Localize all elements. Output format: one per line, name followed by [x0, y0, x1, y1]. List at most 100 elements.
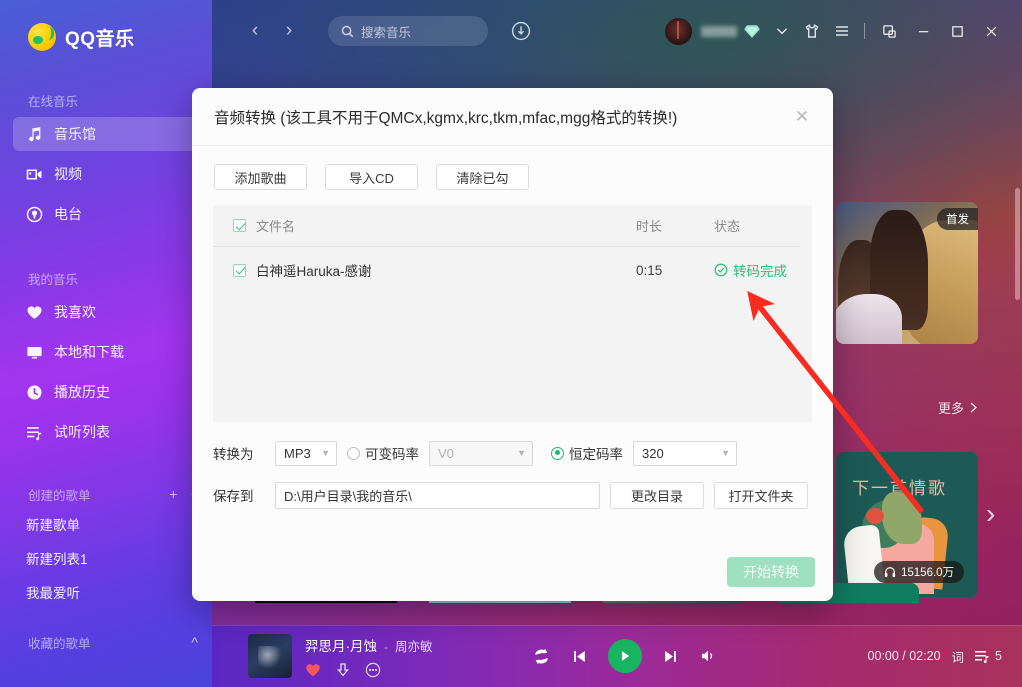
player-controls: [532, 639, 717, 673]
cbr-label: 恒定码率: [569, 447, 623, 462]
play-count-badge: 15156.0万: [874, 561, 965, 583]
back-button[interactable]: ‹: [242, 18, 268, 44]
player-right: 00:00 / 02:20 词 5: [868, 647, 1022, 666]
save-path-row: 保存到 D:\用户目录\我的音乐\ 更改目录 打开文件夹: [213, 480, 812, 510]
sidebar-section-label: 我的音乐: [28, 272, 79, 287]
download-manager-icon[interactable]: [510, 20, 532, 42]
content-scrollbar[interactable]: [1015, 188, 1020, 300]
chevron-down-icon[interactable]: [767, 16, 797, 46]
sidebar-item-label: 电台: [54, 206, 82, 222]
next-track-icon[interactable]: [662, 648, 679, 665]
vip-diamond-icon[interactable]: [737, 16, 767, 46]
cbr-radio-option[interactable]: 恒定码率: [551, 443, 623, 463]
import-cd-button[interactable]: 导入CD: [325, 164, 418, 190]
sidebar-section-created-playlists: 创建的歌单 + ^: [0, 483, 212, 505]
file-list: 文件名 时长 状态 白神遥Haruka-感谢 0:15 转码完成: [213, 205, 812, 422]
dialog-close-button[interactable]: ✕: [789, 104, 815, 130]
sidebar-item-favorites[interactable]: 我喜欢: [13, 295, 199, 329]
vbr-quality-select[interactable]: V0 ▼: [429, 440, 533, 466]
more-dots-icon[interactable]: [365, 662, 381, 678]
sidebar-item-radio[interactable]: 电台: [13, 197, 199, 231]
row-checkbox[interactable]: [233, 263, 246, 277]
row-status: 转码完成: [714, 260, 800, 280]
volume-icon[interactable]: [699, 647, 717, 665]
table-row[interactable]: 白神遥Haruka-感谢 0:15 转码完成: [213, 247, 800, 293]
username-blurred: [701, 25, 737, 37]
sidebar: QQ音乐 在线音乐 音乐馆 视频 电台 我的音乐 我喜欢 本地和下载 播放历史 …: [0, 0, 212, 687]
search-input[interactable]: 搜索音乐: [328, 16, 488, 46]
format-select-value: MP3: [284, 445, 311, 461]
open-folder-button[interactable]: 打开文件夹: [714, 481, 808, 509]
sidebar-section-label: 在线音乐: [28, 94, 79, 109]
now-playing-title[interactable]: 羿思月·月蚀: [305, 635, 377, 655]
playlist-queue-icon: [975, 650, 989, 663]
clear-checked-button[interactable]: 清除已勾: [436, 164, 529, 190]
monitor-icon: [26, 344, 43, 361]
playlist-item[interactable]: 我最爱听: [0, 575, 212, 609]
sidebar-item-label: 视频: [54, 166, 82, 182]
sidebar-item-video[interactable]: 视频: [13, 157, 199, 191]
vbr-radio-option[interactable]: 可变码率: [347, 443, 419, 463]
now-playing-meta: 羿思月·月蚀 - 周亦敏: [305, 635, 433, 678]
download-icon[interactable]: [335, 662, 351, 678]
play-button[interactable]: [608, 639, 642, 673]
dialog-toolbar: 添加歌曲 导入CD 清除已勾: [192, 146, 833, 190]
play-queue-count: 5: [995, 649, 1002, 663]
lyrics-button[interactable]: 词: [952, 647, 965, 666]
previous-track-icon[interactable]: [571, 648, 588, 665]
now-playing-cover[interactable]: [248, 634, 292, 678]
add-songs-button[interactable]: 添加歌曲: [214, 164, 307, 190]
mini-window-button[interactable]: [872, 15, 906, 47]
sidebar-item-history[interactable]: 播放历史: [13, 375, 199, 409]
avatar[interactable]: [665, 17, 692, 45]
player-bar: 羿思月·月蚀 - 周亦敏 00:00 / 02:20 词 5: [212, 625, 1022, 687]
convert-format-row: 转换为 MP3 ▼ 可变码率 V0 ▼ 恒定码率 320 ▼: [213, 438, 812, 468]
video-camera-icon: [26, 166, 43, 183]
first-release-badge: 首发: [937, 208, 978, 230]
app-logo[interactable]: QQ音乐: [0, 0, 212, 51]
now-playing-artist[interactable]: 周亦敏: [395, 636, 433, 655]
vbr-label: 可变码率: [365, 447, 419, 462]
heart-filled-icon[interactable]: [305, 662, 321, 678]
maximize-button[interactable]: [940, 15, 974, 47]
chevron-up-icon[interactable]: ^: [191, 635, 198, 649]
heart-icon: [26, 304, 43, 321]
vbr-radio[interactable]: [347, 446, 360, 460]
row-status-label: 转码完成: [733, 264, 787, 279]
repeat-icon[interactable]: [532, 647, 551, 666]
sidebar-item-music-hall[interactable]: 音乐馆: [13, 117, 199, 151]
dialog-footer: 开始转换: [727, 557, 815, 587]
select-all-checkbox[interactable]: [233, 219, 246, 232]
radio-icon: [26, 206, 43, 223]
illustration-card[interactable]: 下一首情歌 15156.0万: [836, 452, 978, 597]
dialog-form: 转换为 MP3 ▼ 可变码率 V0 ▼ 恒定码率 320 ▼ 保存到 D:\用户…: [192, 422, 833, 510]
toolbar-divider: [864, 23, 865, 39]
hamburger-menu-icon[interactable]: [827, 16, 857, 46]
music-note-icon: [26, 126, 43, 143]
sidebar-item-local-downloads[interactable]: 本地和下载: [13, 335, 199, 369]
playlist-item[interactable]: 新建歌单: [0, 507, 212, 541]
chevron-right-icon: [970, 402, 977, 413]
sidebar-item-preview-list[interactable]: 试听列表: [13, 415, 199, 449]
row-file-name: 白神遥Haruka-感谢: [256, 264, 372, 279]
shirt-icon[interactable]: [797, 16, 827, 46]
cbr-radio[interactable]: [551, 446, 564, 460]
play-queue-button[interactable]: 5: [975, 649, 1002, 664]
playlist-item[interactable]: 新建列表1: [0, 541, 212, 575]
sidebar-section-label: 收藏的歌单: [28, 636, 91, 651]
play-count-value: 15156.0万: [901, 567, 955, 579]
top-bar: ‹ › 搜索音乐: [212, 0, 1022, 62]
forward-button[interactable]: ›: [276, 18, 302, 44]
start-convert-button[interactable]: 开始转换: [727, 557, 815, 587]
format-select[interactable]: MP3 ▼: [275, 440, 337, 466]
more-link[interactable]: 更多: [938, 398, 978, 417]
featured-album-card[interactable]: 首发: [836, 202, 978, 344]
change-directory-button[interactable]: 更改目录: [610, 481, 704, 509]
close-button[interactable]: [974, 15, 1008, 47]
carousel-next-button[interactable]: ›: [986, 498, 995, 530]
sidebar-section-online: 在线音乐: [0, 89, 212, 111]
minimize-button[interactable]: [906, 15, 940, 47]
cbr-bitrate-select[interactable]: 320 ▼: [633, 440, 737, 466]
save-path-input[interactable]: D:\用户目录\我的音乐\: [275, 481, 600, 509]
plus-icon[interactable]: +: [169, 487, 177, 501]
